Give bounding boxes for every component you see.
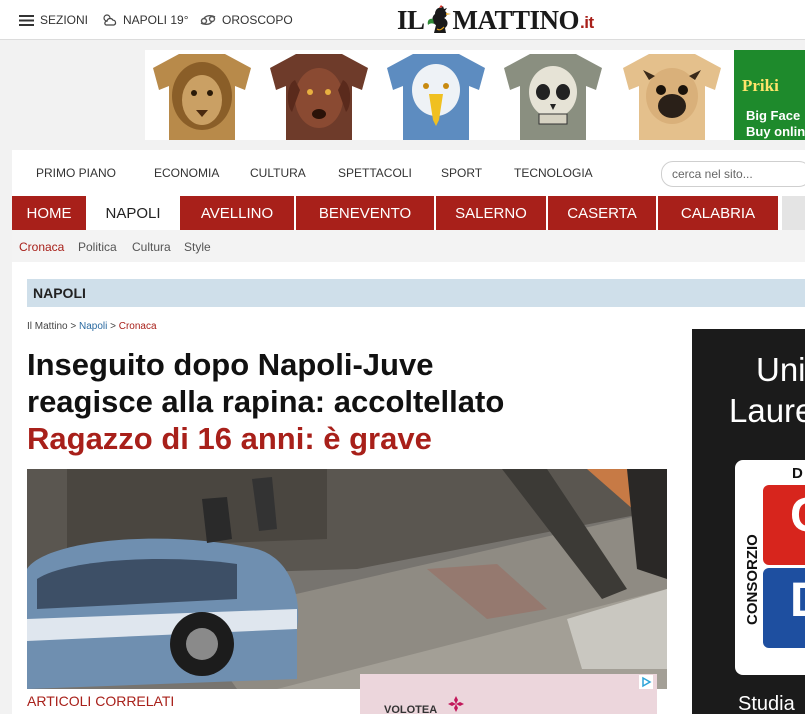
breadcrumb-home[interactable]: Il Mattino	[27, 321, 68, 332]
tab-caserta[interactable]: CASERTA	[548, 196, 656, 230]
tab-calabria[interactable]: CALABRIA	[658, 196, 778, 230]
tab-salerno[interactable]: SALERNO	[436, 196, 546, 230]
eagle-tshirt-image	[387, 54, 485, 140]
cancer-zodiac-icon	[200, 14, 216, 26]
article-photo[interactable]	[27, 469, 667, 689]
ad-line-2: Buy onlin	[746, 124, 805, 139]
tab-avellino[interactable]: AVELLINO	[180, 196, 294, 230]
weather-link[interactable]: NAPOLI 19°	[101, 11, 189, 29]
nav-sport[interactable]: SPORT	[441, 166, 482, 180]
horoscope-link[interactable]: OROSCOPO	[200, 11, 293, 29]
top-bar: SEZIONI NAPOLI 19° OROSCOPO IL MATTINO .…	[0, 0, 805, 40]
breadcrumb-current[interactable]: Cronaca	[119, 321, 157, 332]
sidebar-ad-line-1: Uni	[756, 351, 805, 388]
card-letter-2: D	[790, 573, 805, 628]
dog-tshirt-image	[270, 54, 368, 140]
bigface-ad[interactable]: Priki Big Face Buy onlin	[734, 50, 805, 140]
breadcrumb-sep: >	[110, 321, 116, 332]
partly-cloudy-icon	[103, 14, 117, 26]
tab-home[interactable]: HOME	[12, 196, 86, 230]
nav-economia[interactable]: ECONOMIA	[154, 166, 219, 180]
article-subtitle: Ragazzo di 16 anni: è grave	[27, 421, 432, 456]
volotea-label: VOLOTEA	[384, 704, 438, 714]
headline-line-2: reagisce alla rapina: accoltellato	[27, 384, 505, 419]
sidebar-ad-line-2: Laure	[729, 392, 805, 429]
volotea-ad[interactable]: VOLOTEA	[360, 674, 657, 714]
hamburger-icon	[19, 14, 34, 26]
consortium-card: CONSORZIO D C D	[735, 460, 805, 675]
sections-label: SEZIONI	[40, 13, 89, 27]
subnav-style[interactable]: Style	[184, 240, 211, 254]
nav-spettacoli[interactable]: SPETTACOLI	[338, 166, 412, 180]
nav-cultura[interactable]: CULTURA	[250, 166, 306, 180]
horoscope-label: OROSCOPO	[222, 13, 293, 27]
subnav-cultura[interactable]: Cultura	[132, 240, 171, 254]
ad-line-1: Big Face	[746, 108, 801, 123]
university-ad[interactable]: Uni Laure CONSORZIO D C D Studia	[692, 329, 805, 714]
breadcrumb-section[interactable]: Napoli	[79, 321, 107, 332]
adchoices-icon[interactable]	[639, 675, 653, 689]
skull-tshirt-image	[504, 54, 602, 140]
headline-line-1: Inseguito dopo Napoli-Juve	[27, 347, 434, 382]
subnav-cronaca[interactable]: Cronaca	[19, 240, 64, 254]
volotea-logo-icon	[448, 696, 464, 712]
banner-ad[interactable]: Priki Big Face Buy onlin	[145, 50, 805, 140]
article-headline: Inseguito dopo Napoli-Juve reagisce alla…	[27, 346, 667, 457]
logo-text-right: MATTINO	[452, 4, 580, 35]
nav-primo-piano[interactable]: PRIMO PIANO	[36, 166, 116, 180]
logo-text-left: IL	[397, 4, 425, 35]
related-articles-label: ARTICOLI CORRELATI	[27, 693, 175, 709]
logo-tld: .it	[580, 13, 594, 32]
city-tabs: HOME NAPOLI AVELLINO BENEVENTO SALERNO C…	[12, 196, 805, 230]
search-input[interactable]	[661, 161, 805, 187]
sub-nav: Cronaca Politica Cultura Style	[12, 230, 805, 262]
pug-tshirt-image	[623, 54, 721, 140]
lion-tshirt-image	[153, 54, 251, 140]
section-title: NAPOLI	[33, 285, 86, 301]
consortium-label: CONSORZIO	[744, 534, 761, 625]
weather-label: NAPOLI 19°	[123, 13, 189, 27]
breadcrumb-sep: >	[70, 321, 77, 332]
sections-menu-button[interactable]: SEZIONI	[19, 11, 88, 29]
tab-napoli[interactable]: NAPOLI	[88, 196, 178, 230]
subnav-politica[interactable]: Politica	[78, 240, 117, 254]
breadcrumb: Il Mattino > Napoli > Cronaca	[27, 321, 157, 332]
section-nav: PRIMO PIANO ECONOMIA CULTURA SPETTACOLI …	[12, 150, 805, 196]
main-panel: PRIMO PIANO ECONOMIA CULTURA SPETTACOLI …	[12, 150, 805, 714]
rooster-icon	[427, 5, 451, 33]
sidebar-ad-line-3: Studia	[738, 693, 795, 714]
tab-benevento[interactable]: BENEVENTO	[296, 196, 434, 230]
ad-brand: Priki	[742, 76, 779, 95]
site-logo[interactable]: IL MATTINO .it	[397, 4, 594, 36]
tab-overflow	[782, 196, 805, 230]
card-letter-1: C	[790, 488, 805, 543]
card-top-letter: D	[792, 465, 803, 482]
nav-tecnologia[interactable]: TECNOLOGIA	[514, 166, 593, 180]
section-title-bar: NAPOLI	[27, 279, 805, 307]
